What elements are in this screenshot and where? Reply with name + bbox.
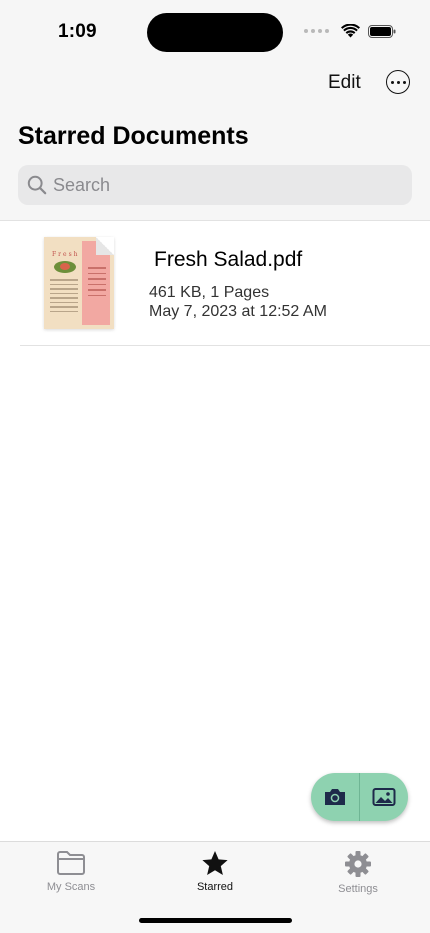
status-icons <box>304 24 396 38</box>
tab-label: Settings <box>338 883 378 895</box>
navigation-bar: Edit <box>0 64 430 104</box>
status-time: 1:09 <box>58 21 97 42</box>
edit-button[interactable]: Edit <box>328 72 361 94</box>
search-icon <box>27 175 47 195</box>
tab-label: My Scans <box>46 881 96 893</box>
document-name: Fresh Salad.pdf <box>154 248 303 271</box>
document-thumbnail: Fresh <box>44 237 114 329</box>
document-size: 461 KB, 1 Pages <box>149 284 270 301</box>
tab-settings[interactable]: Settings <box>308 850 408 895</box>
photo-library-button[interactable] <box>360 773 408 821</box>
tab-label: Starred <box>196 881 234 893</box>
scan-actions <box>311 773 408 821</box>
document-date: May 7, 2023 at 12:52 AM <box>149 303 327 320</box>
camera-button[interactable] <box>311 773 359 821</box>
photo-icon <box>372 788 396 806</box>
search-field[interactable]: Search <box>18 165 412 205</box>
wifi-icon <box>341 24 360 38</box>
folder-icon <box>57 851 85 875</box>
page-title: Starred Documents <box>18 122 249 150</box>
camera-icon <box>325 789 345 805</box>
thumbnail-title: Fresh <box>52 251 80 258</box>
tab-starred[interactable]: Starred <box>165 850 265 893</box>
ellipsis-circle-icon[interactable] <box>386 70 410 94</box>
gear-icon <box>345 851 371 877</box>
tab-my-scans[interactable]: My Scans <box>21 850 121 893</box>
row-divider <box>20 345 430 346</box>
battery-icon <box>368 24 396 38</box>
document-row[interactable]: Fresh Fresh Salad.pdf 461 KB, 1 Pages Ma… <box>20 221 430 346</box>
dynamic-island <box>147 13 283 52</box>
search-input[interactable]: Search <box>53 175 110 196</box>
document-meta: 461 KB, 1 Pages May 7, 2023 at 12:52 AM <box>149 283 327 321</box>
star-icon <box>202 851 228 875</box>
status-bar: 1:09 <box>0 0 430 64</box>
home-indicator[interactable] <box>139 918 292 923</box>
cellular-signal-icon <box>304 29 329 33</box>
